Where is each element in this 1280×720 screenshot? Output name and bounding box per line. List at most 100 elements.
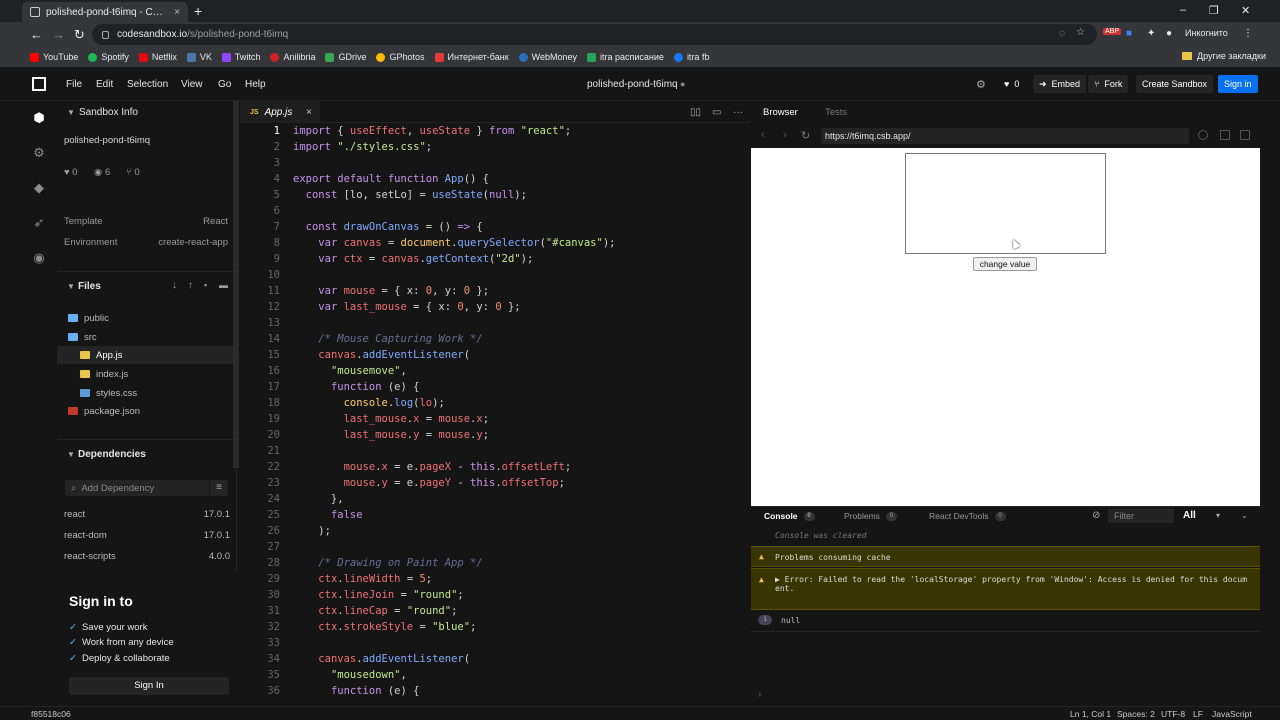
cursor-position[interactable]: Ln 1, Col 1: [1070, 709, 1111, 719]
console-error[interactable]: ▲ ▶ Error: Failed to read the 'localStor…: [751, 568, 1260, 610]
preview-toggle-icon[interactable]: ▭: [712, 107, 721, 118]
tab-console[interactable]: Console 0: [764, 511, 815, 521]
clear-console-icon[interactable]: ⊘: [1092, 510, 1100, 521]
sidebar-scrollbar[interactable]: [233, 101, 239, 468]
bookmark-item[interactable]: Интернет-банк: [434, 52, 509, 62]
menu-edit[interactable]: Edit: [96, 79, 113, 90]
github-icon[interactable]: ◆: [32, 181, 46, 195]
embed-button[interactable]: ➜ Embed: [1033, 75, 1087, 93]
menu-help[interactable]: Help: [245, 79, 266, 90]
indentation[interactable]: Spaces: 2: [1117, 709, 1155, 719]
gear-icon[interactable]: ⚙: [976, 78, 986, 91]
sidebar-sign-in-button[interactable]: Sign In: [69, 677, 229, 695]
move-icon[interactable]: [1198, 130, 1208, 140]
preview-forward-icon[interactable]: ›: [783, 129, 787, 141]
log-level-select[interactable]: All: [1183, 510, 1196, 521]
menu-go[interactable]: Go: [218, 79, 231, 90]
download-icon[interactable]: ↓: [172, 280, 177, 291]
browser-menu-icon[interactable]: ⋮: [1243, 28, 1253, 39]
back-icon[interactable]: ←: [30, 27, 43, 42]
file-tree-item[interactable]: public: [57, 309, 235, 327]
bookmark-item[interactable]: VK: [186, 52, 212, 62]
menu-view[interactable]: View: [181, 79, 203, 90]
extension-icon[interactable]: ■: [1126, 28, 1132, 39]
close-tab-icon[interactable]: ×: [174, 7, 180, 18]
drawing-canvas[interactable]: [905, 153, 1106, 254]
deploy-icon[interactable]: ➶: [32, 216, 46, 230]
like-button[interactable]: ♥ 0: [998, 75, 1025, 93]
file-tree-item[interactable]: index.js: [57, 365, 235, 383]
bookmark-item[interactable]: itra расписание: [587, 52, 664, 62]
change-value-button[interactable]: change value: [973, 257, 1037, 271]
preview-back-icon[interactable]: ‹: [761, 129, 765, 141]
bookmark-item[interactable]: Netflix: [138, 52, 177, 62]
new-file-icon[interactable]: ▪: [204, 280, 207, 290]
profile-label[interactable]: Инкогнито: [1185, 28, 1228, 38]
language-mode[interactable]: JavaScript: [1212, 709, 1252, 719]
sandbox-name[interactable]: polished-pond-t6imq: [64, 135, 150, 146]
bookmark-item[interactable]: itra fb: [673, 52, 709, 62]
split-view-icon[interactable]: ▯▯: [690, 107, 701, 118]
reload-icon[interactable]: ↻: [74, 27, 85, 43]
adblock-icon[interactable]: ABP: [1103, 28, 1122, 35]
chevron-down-icon[interactable]: ▾: [1216, 511, 1220, 520]
code-area[interactable]: 1 import { useEffect, useState } from "r…: [240, 125, 750, 706]
collapse-icon[interactable]: ⌄: [1241, 511, 1248, 520]
chevron-down-icon[interactable]: ▼: [67, 450, 75, 459]
file-tree-item[interactable]: styles.css: [57, 384, 235, 402]
bookmark-item[interactable]: Anilibria: [270, 52, 315, 62]
file-tree-item[interactable]: src: [57, 328, 235, 346]
forward-icon[interactable]: →: [52, 27, 65, 42]
star-icon[interactable]: ☆: [1076, 27, 1085, 38]
minimize-icon[interactable]: –: [1180, 4, 1186, 16]
sign-in-button[interactable]: Sign in: [1218, 75, 1258, 93]
other-bookmarks[interactable]: Другие закладки: [1182, 51, 1266, 61]
tab-tests[interactable]: Tests: [825, 107, 847, 118]
add-dependency-input[interactable]: ⌕ Add Dependency: [65, 480, 209, 496]
fork-button[interactable]: ⑂ Fork: [1088, 75, 1129, 93]
settings-icon[interactable]: ⚙: [32, 146, 46, 160]
bookmark-item[interactable]: GPhotos: [376, 52, 425, 62]
create-sandbox-button[interactable]: Create Sandbox: [1136, 75, 1214, 93]
dependency-row[interactable]: react-dom 17.0.1: [64, 530, 230, 541]
encoding[interactable]: UTF-8: [1161, 709, 1185, 719]
expand-icon[interactable]: [1240, 130, 1250, 140]
new-folder-icon[interactable]: ▬: [219, 280, 228, 290]
window-close-icon[interactable]: ✕: [1241, 4, 1250, 17]
file-tree-item[interactable]: package.json: [57, 402, 235, 420]
console-prompt-input[interactable]: ›: [758, 689, 761, 700]
address-input[interactable]: codesandbox.io/s/polished-pond-t6imq ◌ ☆: [92, 24, 1097, 45]
preview-refresh-icon[interactable]: ↻: [801, 129, 810, 142]
bookmark-item[interactable]: GDrive: [325, 52, 366, 62]
template-value[interactable]: React: [203, 216, 228, 227]
sandbox-info-icon[interactable]: ⬢: [32, 111, 46, 125]
console-filter-input[interactable]: Filter: [1108, 509, 1174, 523]
tab-react-devtools[interactable]: React DevTools 0: [929, 511, 1006, 521]
bookmark-item[interactable]: Twitch: [221, 52, 260, 62]
tab-app-js[interactable]: JS App.js ×: [240, 101, 320, 123]
menu-file[interactable]: File: [66, 79, 82, 90]
codesandbox-logo-icon[interactable]: [32, 77, 46, 91]
maximize-icon[interactable]: ❐: [1209, 4, 1219, 17]
dependency-menu-icon[interactable]: ≡: [210, 480, 228, 496]
file-tree-item[interactable]: App.js: [57, 346, 235, 364]
close-tab-icon[interactable]: ×: [306, 107, 312, 118]
bookmark-item[interactable]: Spotify: [88, 52, 129, 62]
new-tab-button[interactable]: +: [194, 3, 202, 19]
bookmark-item[interactable]: YouTube: [30, 52, 78, 62]
tab-problems[interactable]: Problems 0: [844, 511, 897, 521]
dependency-row[interactable]: react-scripts 4.0.0: [64, 551, 230, 562]
live-users-icon[interactable]: ◉: [32, 251, 46, 265]
project-title[interactable]: polished-pond-t6imq: [587, 79, 678, 90]
menu-selection[interactable]: Selection: [127, 79, 168, 90]
line-ending[interactable]: LF: [1193, 709, 1203, 719]
eye-off-icon[interactable]: ◌: [1059, 28, 1065, 39]
dependency-row[interactable]: react 17.0.1: [64, 509, 230, 520]
browser-tab[interactable]: polished-pond-t6imq - CodeSandbox ×: [22, 2, 188, 22]
tab-browser[interactable]: Browser: [763, 107, 798, 118]
more-icon[interactable]: ···: [733, 107, 743, 118]
bookmark-item[interactable]: WebMoney: [518, 52, 577, 62]
preview-url-input[interactable]: https://t6imq.csb.app/: [821, 128, 1189, 144]
puzzle-icon[interactable]: ✦: [1147, 28, 1155, 39]
open-new-window-icon[interactable]: [1220, 130, 1230, 140]
